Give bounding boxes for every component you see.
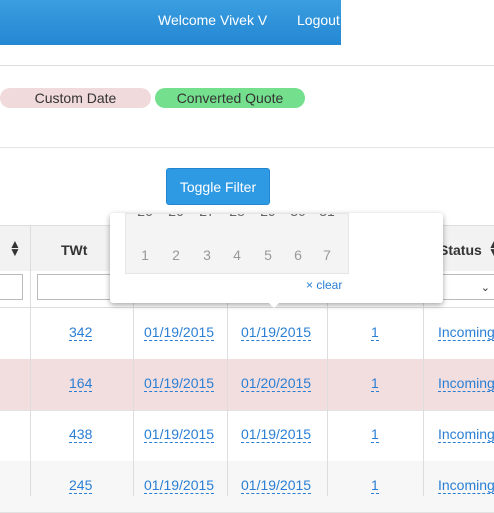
divider bbox=[0, 147, 494, 148]
count-link[interactable]: 1 bbox=[371, 324, 379, 341]
calendar-day[interactable]: 29 bbox=[253, 214, 283, 219]
top-navbar: Welcome Vivek V Logout bbox=[0, 0, 341, 45]
table-row: 164 01/19/2015 01/20/2015 1 Incoming bbox=[0, 359, 494, 411]
calendar-day[interactable]: 6 bbox=[283, 247, 313, 263]
calendar-day[interactable]: 3 bbox=[192, 247, 222, 263]
date-link[interactable]: 01/19/2015 bbox=[144, 324, 215, 341]
count-link[interactable]: 1 bbox=[371, 375, 379, 392]
column-divider bbox=[30, 225, 31, 496]
datepicker-popup: 26 26 27 28 29 30 31 1 2 3 4 5 6 7 × cle… bbox=[110, 213, 443, 303]
twt-filter-input[interactable] bbox=[37, 274, 117, 300]
calendar-grid: 26 26 27 28 29 30 31 1 2 3 4 5 6 7 bbox=[125, 213, 349, 274]
date-link[interactable]: 01/19/2015 bbox=[241, 477, 312, 494]
calendar-day[interactable]: 27 bbox=[192, 214, 222, 219]
status-link[interactable]: Incoming bbox=[438, 324, 494, 341]
status-link[interactable]: Incoming bbox=[438, 426, 494, 443]
calendar-day[interactable]: 4 bbox=[222, 247, 252, 263]
date-link[interactable]: 01/19/2015 bbox=[241, 426, 312, 443]
date-link[interactable]: 01/19/2015 bbox=[144, 426, 215, 443]
calendar-day[interactable]: 7 bbox=[312, 247, 342, 263]
date-link[interactable]: 01/19/2015 bbox=[144, 375, 215, 392]
calendar-day[interactable]: 31 bbox=[312, 214, 342, 219]
date-link[interactable]: 01/19/2015 bbox=[241, 324, 312, 341]
date-link[interactable]: 01/19/2015 bbox=[144, 477, 215, 494]
column-header-twt[interactable]: TWt bbox=[61, 242, 87, 258]
count-link[interactable]: 1 bbox=[371, 426, 379, 443]
logout-link[interactable]: Logout bbox=[297, 12, 340, 28]
status-link[interactable]: Incoming bbox=[438, 477, 494, 494]
custom-date-filter[interactable]: Custom Date bbox=[0, 88, 151, 108]
calendar-day[interactable]: 26 bbox=[130, 214, 160, 219]
table-row: 438 01/19/2015 01/19/2015 1 Incoming bbox=[0, 410, 494, 462]
datepicker-pointer bbox=[267, 301, 281, 308]
sort-icon[interactable]: ▲ ▼ bbox=[488, 238, 494, 258]
twt-link[interactable]: 245 bbox=[69, 477, 93, 494]
calendar-day[interactable]: 5 bbox=[253, 247, 283, 263]
table-row: 342 01/19/2015 01/19/2015 1 Incoming bbox=[0, 308, 494, 360]
sort-icon[interactable]: ▲ ▼ bbox=[9, 238, 21, 258]
clear-date-link[interactable]: × clear bbox=[306, 278, 342, 292]
calendar-day[interactable]: 1 bbox=[130, 247, 160, 263]
converted-quote-filter[interactable]: Converted Quote bbox=[155, 88, 305, 108]
toggle-filter-button[interactable]: Toggle Filter bbox=[166, 168, 270, 205]
calendar-day[interactable]: 2 bbox=[161, 247, 191, 263]
divider bbox=[0, 65, 494, 66]
calendar-day[interactable]: 30 bbox=[283, 214, 313, 219]
chevron-down-icon: ⌄ bbox=[480, 282, 490, 294]
date-link[interactable]: 01/20/2015 bbox=[241, 375, 312, 392]
calendar-day[interactable]: 28 bbox=[222, 214, 252, 219]
twt-link[interactable]: 438 bbox=[69, 426, 93, 443]
column-filter-input[interactable] bbox=[0, 274, 23, 300]
twt-link[interactable]: 164 bbox=[69, 375, 93, 392]
column-header-status[interactable]: Status bbox=[439, 242, 482, 258]
calendar-day[interactable]: 26 bbox=[161, 214, 191, 219]
status-link[interactable]: Incoming bbox=[438, 375, 494, 392]
count-link[interactable]: 1 bbox=[371, 477, 379, 494]
twt-link[interactable]: 342 bbox=[69, 324, 93, 341]
table-row: 245 01/19/2015 01/19/2015 1 Incoming bbox=[0, 461, 494, 513]
welcome-text: Welcome Vivek V bbox=[158, 12, 268, 28]
